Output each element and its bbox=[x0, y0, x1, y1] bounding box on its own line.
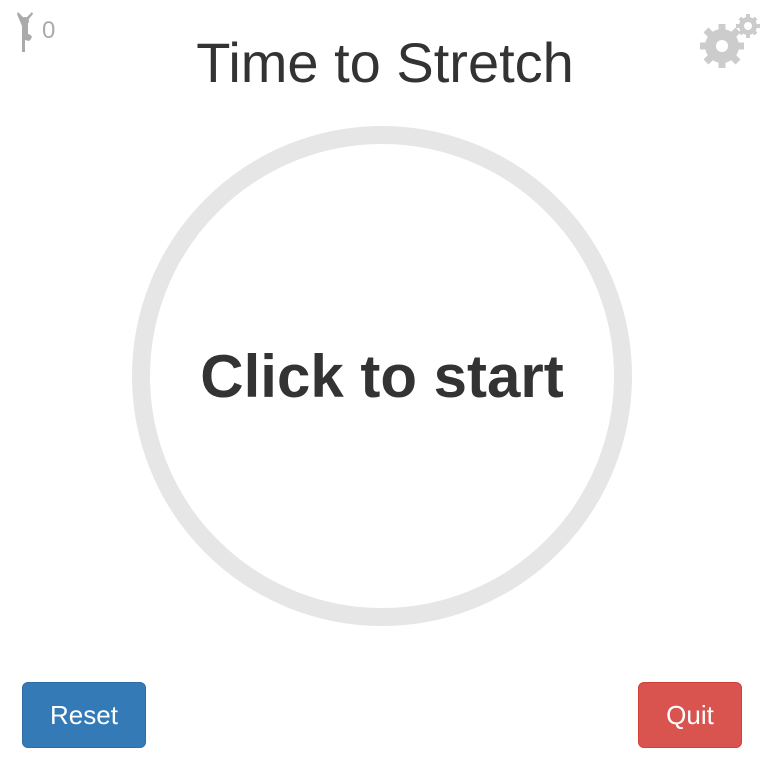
reset-button[interactable]: Reset bbox=[22, 682, 146, 748]
quit-button[interactable]: Quit bbox=[638, 682, 742, 748]
timer-ring[interactable]: Click to start bbox=[132, 126, 632, 626]
page-title: Time to Stretch bbox=[196, 31, 574, 94]
timer-label: Click to start bbox=[200, 342, 564, 410]
